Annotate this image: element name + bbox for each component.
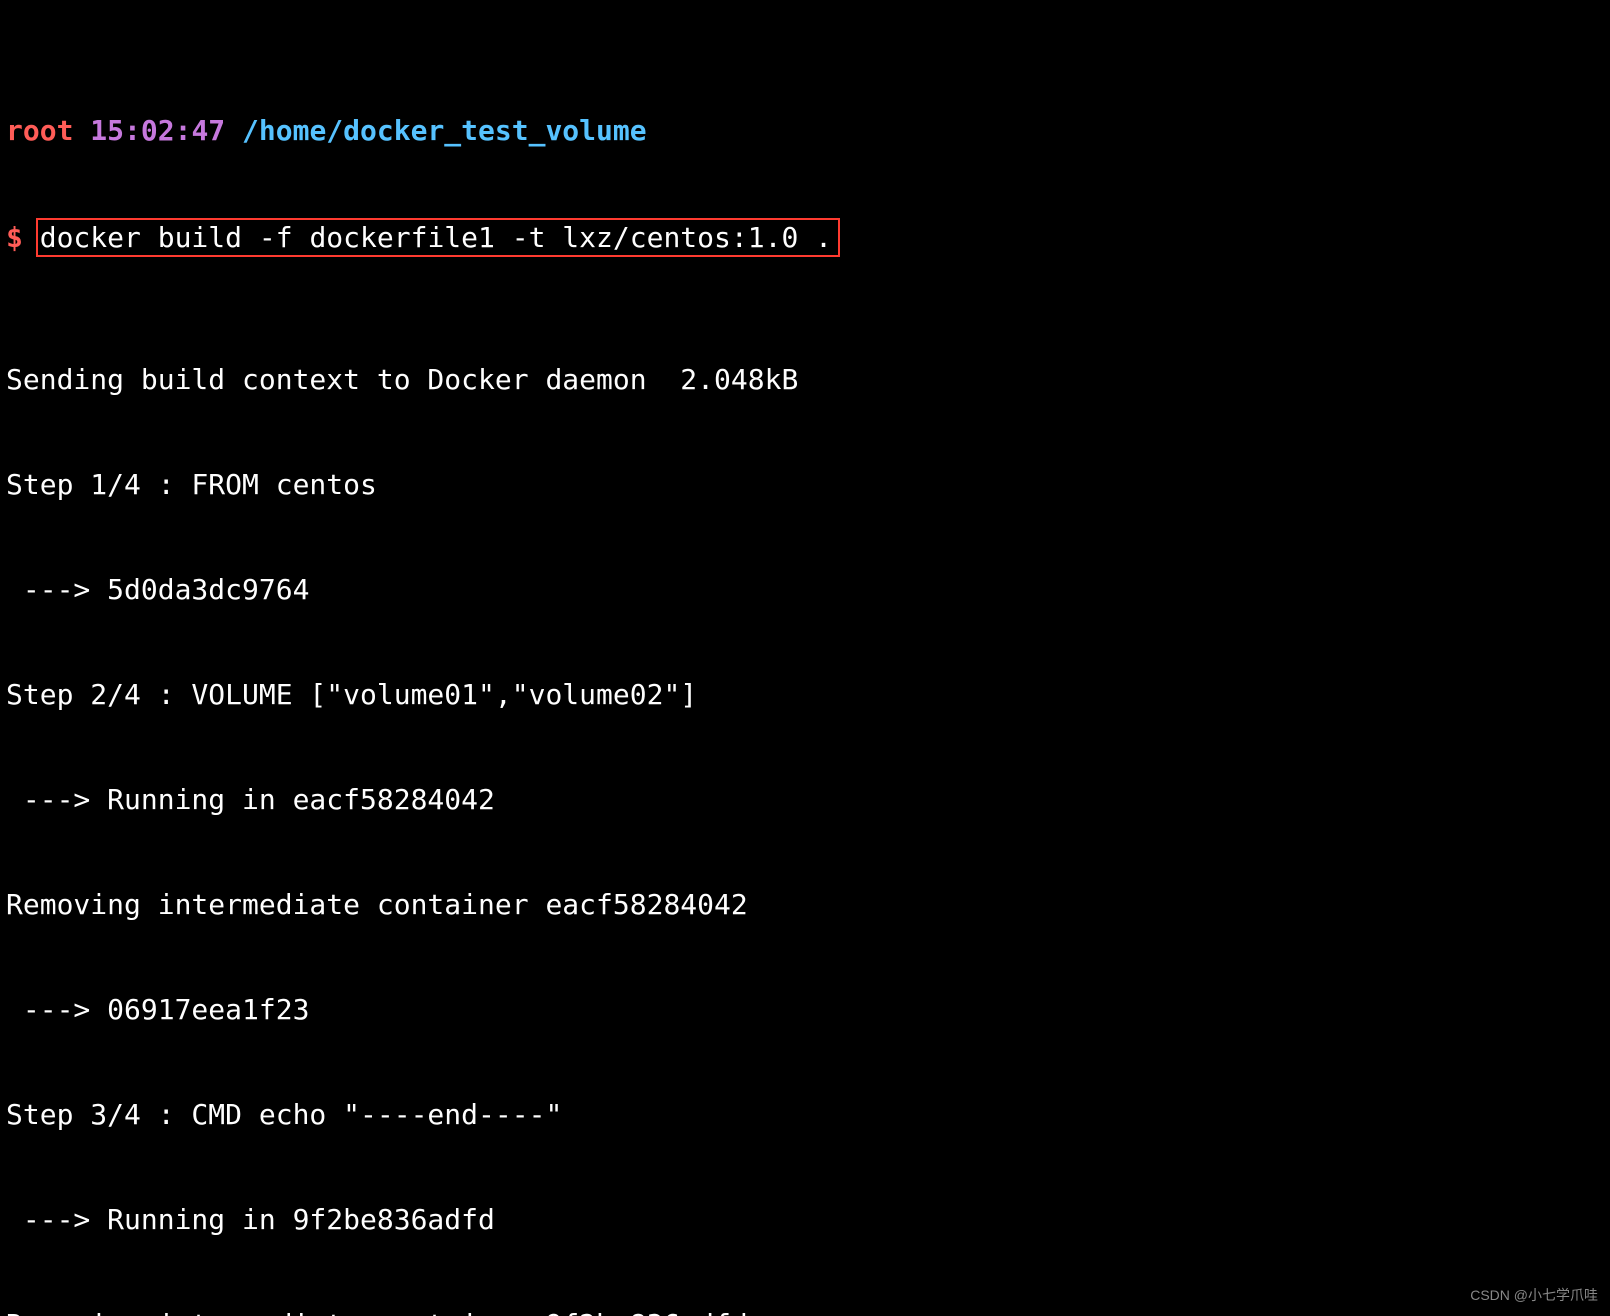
output-line: Removing intermediate container eacf5828… bbox=[6, 887, 1604, 922]
output-line: Step 3/4 : CMD echo "----end----" bbox=[6, 1097, 1604, 1132]
terminal[interactable]: root 15:02:47 /home/docker_test_volume $… bbox=[0, 0, 1610, 1316]
output-line: Removing intermediate container 9f2be836… bbox=[6, 1307, 1604, 1316]
prompt-symbol: $ bbox=[6, 221, 23, 254]
output-line: Step 2/4 : VOLUME ["volume01","volume02"… bbox=[6, 677, 1604, 712]
prompt-line-1: root 15:02:47 /home/docker_test_volume bbox=[6, 113, 1604, 148]
prompt-time: 15:02:47 bbox=[90, 114, 225, 147]
highlight-command-box: docker build -f dockerfile1 -t lxz/cento… bbox=[36, 218, 840, 257]
command-text: docker build -f dockerfile1 -t lxz/cento… bbox=[40, 221, 832, 254]
command-line-1: $ docker build -f dockerfile1 -t lxz/cen… bbox=[6, 218, 1604, 257]
output-line: ---> Running in eacf58284042 bbox=[6, 782, 1604, 817]
prompt-path: /home/docker_test_volume bbox=[242, 114, 647, 147]
watermark: CSDN @小七学爪哇 bbox=[1470, 1287, 1598, 1305]
output-line: ---> Running in 9f2be836adfd bbox=[6, 1202, 1604, 1237]
output-line: ---> 5d0da3dc9764 bbox=[6, 572, 1604, 607]
prompt-user: root bbox=[6, 114, 73, 147]
output-line: Sending build context to Docker daemon 2… bbox=[6, 362, 1604, 397]
output-line: ---> 06917eea1f23 bbox=[6, 992, 1604, 1027]
output-line: Step 1/4 : FROM centos bbox=[6, 467, 1604, 502]
